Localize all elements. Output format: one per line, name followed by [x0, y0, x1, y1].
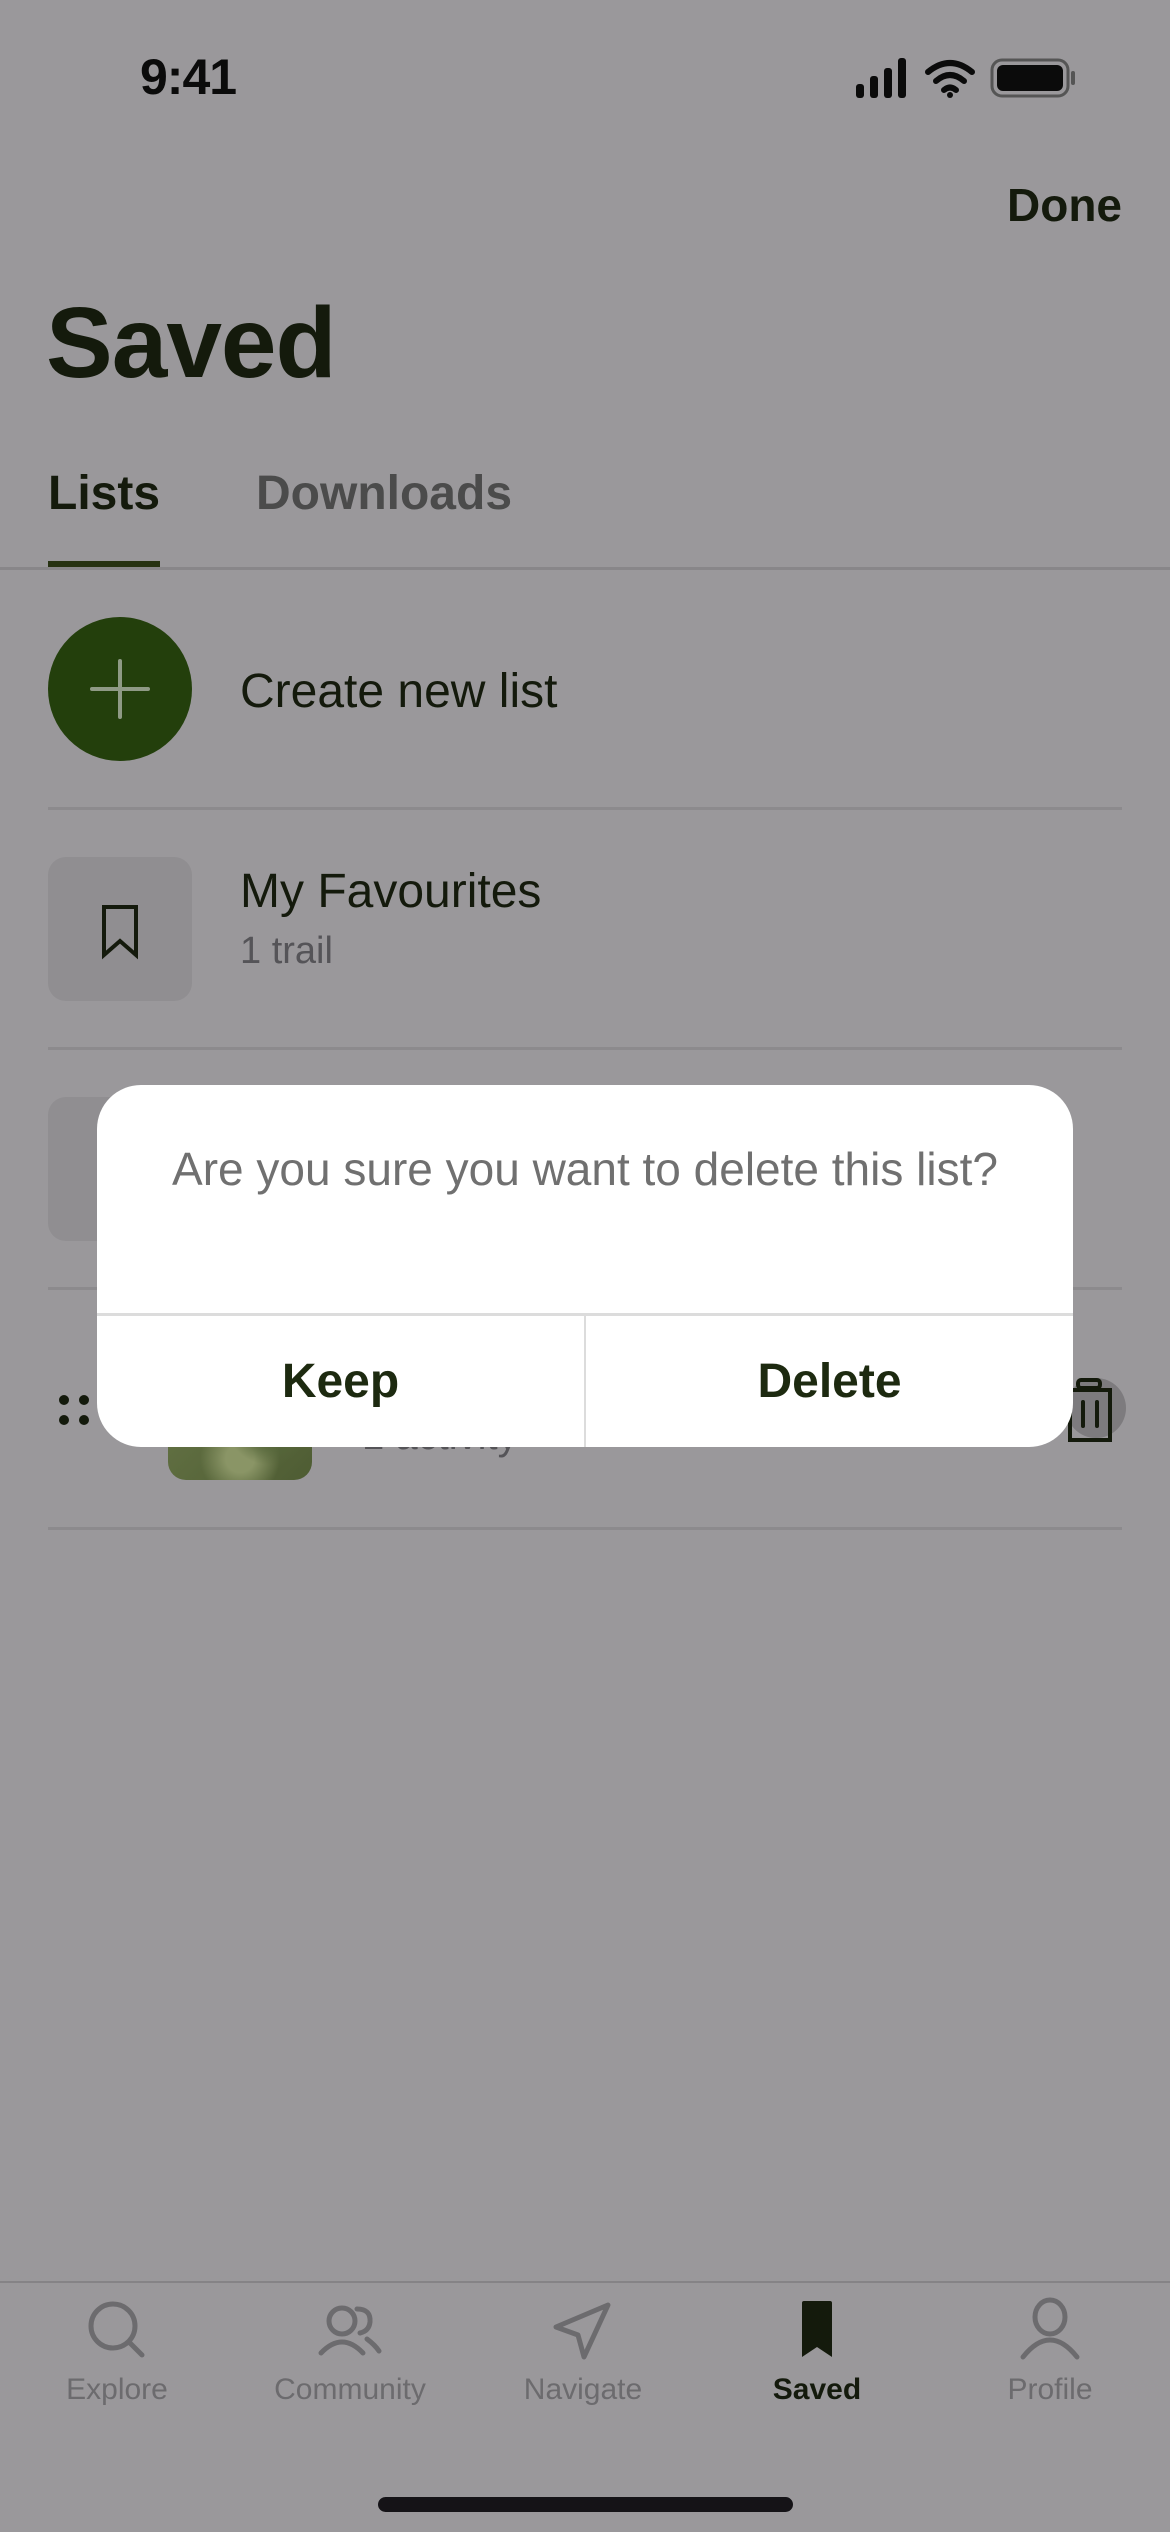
tabbar-label: Explore — [66, 2373, 168, 2406]
status-time: 9:41 — [140, 49, 237, 105]
list-item-title[interactable]: My Favourites — [240, 864, 541, 919]
cellular-signal-icon — [856, 58, 906, 98]
list-item-tile[interactable] — [48, 857, 192, 1001]
tabbar-item-saved[interactable]: Saved — [700, 2295, 934, 2445]
battery-icon — [990, 58, 1075, 98]
tabbar-divider — [0, 2281, 1170, 2283]
status-icons — [852, 56, 1092, 100]
create-list-label[interactable]: Create new list — [240, 664, 557, 719]
tabbar-item-community[interactable]: Community — [233, 2295, 467, 2445]
tabbar-item-profile[interactable]: Profile — [933, 2295, 1167, 2445]
tab-lists[interactable]: Lists — [48, 466, 160, 521]
row-divider — [48, 1527, 1122, 1530]
dialog-message: Are you sure you want to delete this lis… — [172, 1143, 998, 1195]
drag-handle-icon[interactable] — [56, 1392, 92, 1428]
home-indicator — [378, 2497, 793, 2512]
tabbar-item-explore[interactable]: Explore — [0, 2295, 234, 2445]
bookmark-filled-icon — [802, 2301, 832, 2357]
tabbar-label: Community — [274, 2373, 426, 2406]
create-list-button[interactable] — [48, 617, 192, 761]
list-item-subtitle: 1 trail — [240, 930, 333, 972]
delete-button[interactable]: Delete — [586, 1316, 1073, 1447]
done-button[interactable]: Done — [1007, 178, 1122, 232]
profile-icon — [1020, 2297, 1080, 2360]
wifi-icon — [925, 60, 975, 98]
tabs-divider — [0, 567, 1170, 570]
delete-confirm-dialog: Are you sure you want to delete this lis… — [97, 1085, 1073, 1447]
tabbar-label: Navigate — [523, 2373, 643, 2406]
search-icon — [88, 2301, 145, 2358]
navigate-arrow-icon — [553, 2302, 611, 2360]
keep-button[interactable]: Keep — [97, 1316, 584, 1447]
page-title: Saved — [46, 287, 337, 399]
tabbar-label: Profile — [1007, 2373, 1093, 2406]
row-divider — [48, 1047, 1122, 1050]
row-divider — [48, 807, 1122, 810]
plus-icon — [90, 659, 150, 719]
tab-downloads[interactable]: Downloads — [256, 466, 512, 521]
community-icon — [318, 2305, 382, 2356]
tabbar-label: Saved — [772, 2373, 862, 2406]
tabbar-item-navigate[interactable]: Navigate — [466, 2295, 700, 2445]
bookmark-icon — [102, 905, 138, 960]
